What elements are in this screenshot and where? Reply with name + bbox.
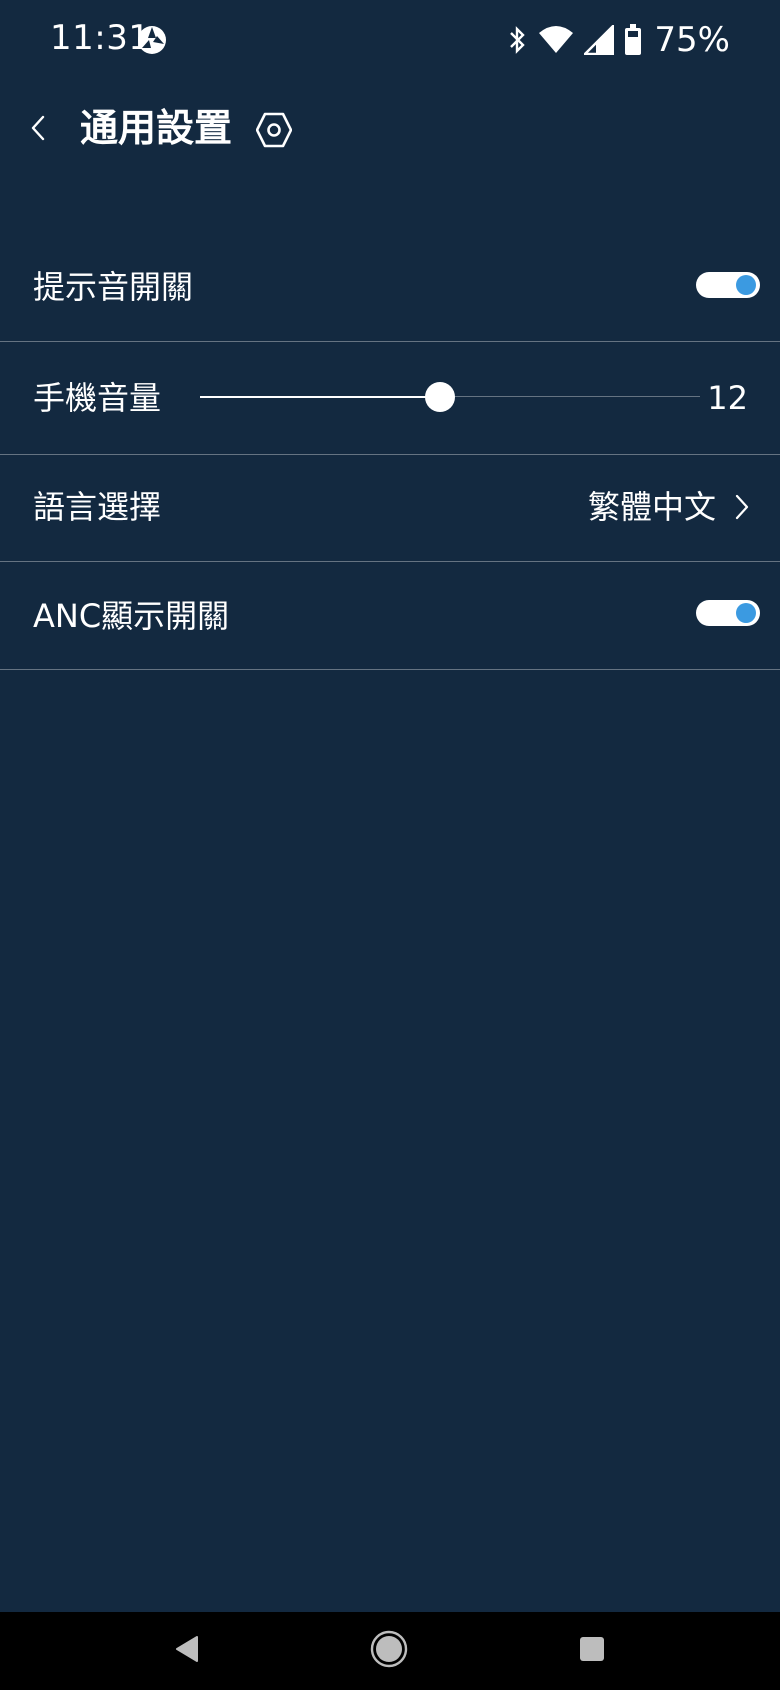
prompt-tone-label: 提示音開關	[33, 268, 194, 306]
wifi-icon	[538, 25, 574, 55]
nav-recents-button[interactable]	[572, 1631, 612, 1671]
status-icons: 75%	[506, 18, 730, 62]
bluetooth-icon	[506, 25, 528, 55]
settings-row-language[interactable]: 語言選擇 繁體中文	[0, 455, 780, 562]
chevron-right-icon	[732, 491, 752, 523]
volume-slider-rest	[440, 396, 700, 397]
volume-slider-fill	[200, 396, 440, 398]
volume-slider[interactable]	[200, 382, 700, 412]
anc-display-label: ANC顯示開關	[33, 597, 230, 635]
system-nav-bar	[0, 1612, 780, 1690]
hex-settings-icon[interactable]	[255, 110, 293, 150]
settings-row-prompt-tone: 提示音開關	[0, 234, 780, 342]
phone-volume-value: 12	[707, 379, 748, 417]
settings-row-phone-volume: 手機音量 12	[0, 342, 780, 455]
app-header: 通用設置	[0, 90, 780, 170]
settings-row-anc-display: ANC顯示開關	[0, 562, 780, 670]
chevron-left-icon	[30, 114, 46, 146]
nav-home-button[interactable]	[369, 1630, 409, 1672]
home-circle-icon	[370, 1630, 408, 1672]
aperture-icon	[136, 24, 168, 56]
back-button[interactable]	[22, 110, 54, 150]
cell-signal-icon	[584, 25, 615, 55]
language-value: 繁體中文	[587, 488, 716, 526]
battery-icon	[624, 24, 642, 56]
battery-percent: 75%	[654, 20, 730, 60]
recents-square-icon	[579, 1636, 605, 1666]
page-title: 通用設置	[80, 106, 233, 150]
toggle-knob	[736, 275, 756, 295]
language-label: 語言選擇	[33, 488, 162, 526]
nav-back-button[interactable]	[167, 1631, 207, 1671]
anc-display-toggle[interactable]	[696, 600, 760, 626]
toggle-knob	[736, 603, 756, 623]
back-triangle-icon	[173, 1634, 201, 1668]
phone-volume-label: 手機音量	[33, 379, 162, 417]
prompt-tone-toggle[interactable]	[696, 272, 760, 298]
volume-slider-thumb[interactable]	[425, 382, 455, 412]
settings-list: 提示音開關 手機音量 12 語言選擇 繁體中文 ANC顯示開關	[0, 234, 780, 670]
status-bar: 11:31 75%	[0, 0, 780, 80]
